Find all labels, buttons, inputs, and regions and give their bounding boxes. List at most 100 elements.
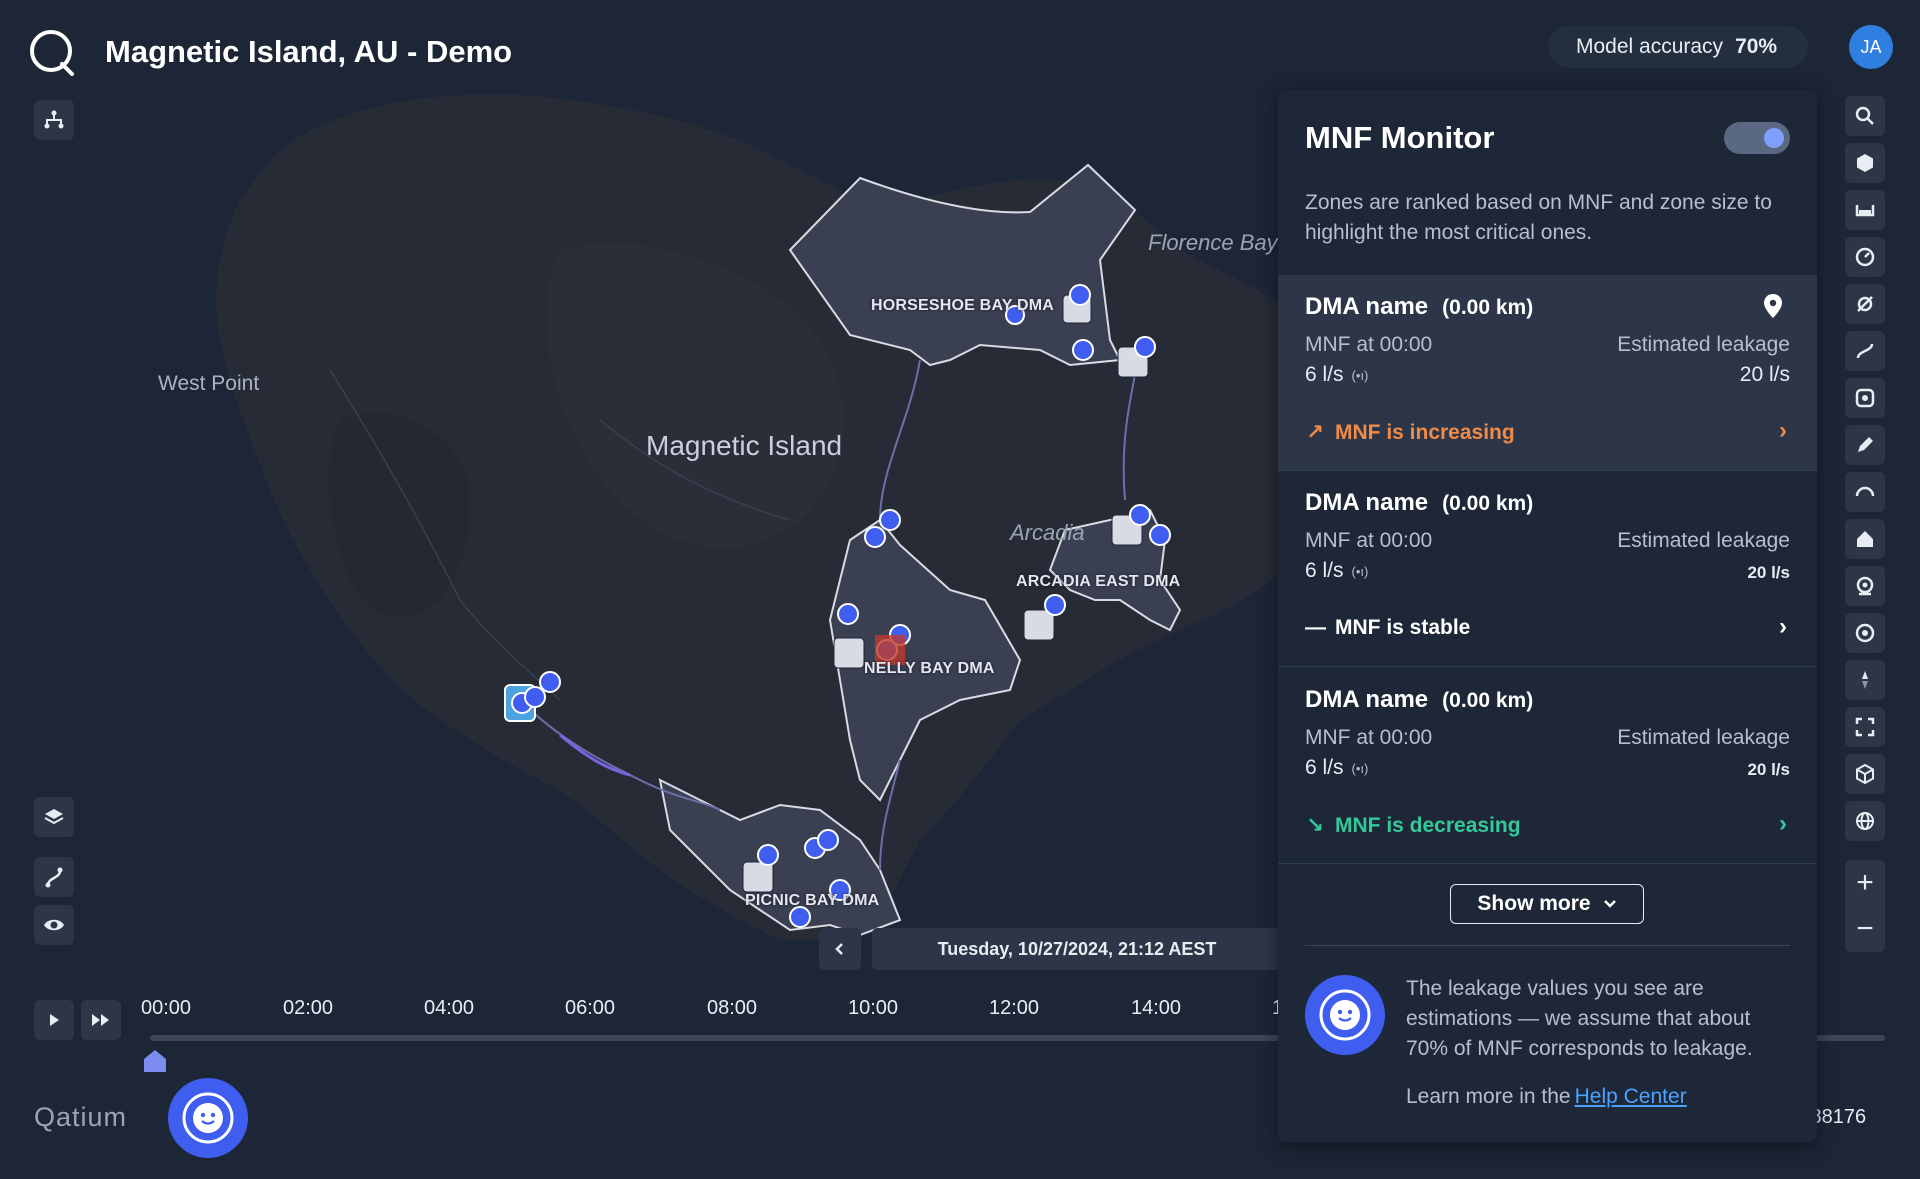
map-pin-icon[interactable] <box>1762 293 1784 319</box>
dma-card[interactable]: DMA name (0.00 km) MNF at 00:00 6 l/s (•ı)… <box>1278 275 1817 471</box>
mnf-label: MNF at 00:00 <box>1305 726 1433 749</box>
help-center-link[interactable]: Help Center <box>1575 1085 1687 1108</box>
pencil-icon <box>1858 437 1873 452</box>
mnf-monitor-toggle[interactable] <box>1724 122 1790 154</box>
trend-decreasing[interactable]: ↘ MNF is decreasing <box>1305 813 1521 838</box>
map-label-west-point: West Point <box>158 372 260 395</box>
valve-button[interactable] <box>1845 284 1885 324</box>
timeline-handle[interactable] <box>142 1048 168 1074</box>
chevron-down-icon <box>1603 900 1616 908</box>
show-more-button[interactable]: Show more <box>1450 884 1644 924</box>
sensor-icon <box>1855 388 1875 408</box>
tank-button[interactable] <box>1845 190 1885 230</box>
timeline-tick: 10:00 <box>848 997 899 1019</box>
draw-button[interactable] <box>1845 425 1885 465</box>
dma-card[interactable]: DMA name (0.00 km) MNF at 00:00 6 l/s (•ı)… <box>1278 471 1817 667</box>
mnf-monitor-panel: MNF Monitor Zones are ranked based on MN… <box>1278 90 1817 1142</box>
map-label-island: Magnetic Island <box>646 430 843 461</box>
zones-button[interactable] <box>1845 143 1885 183</box>
mnf-value-row: 6 l/s (•ı) <box>1305 363 1368 387</box>
layers-button[interactable] <box>34 797 74 837</box>
timeline-tick: 12:00 <box>989 997 1040 1019</box>
leakage-label: Estimated leakage <box>1617 726 1790 749</box>
play-button[interactable] <box>34 1000 74 1040</box>
dma-name-text: DMA name <box>1305 686 1429 713</box>
zoom-out-button[interactable]: − <box>1845 906 1885 952</box>
mnf-label: MNF at 00:00 <box>1305 529 1433 552</box>
timeline-tick: 06:00 <box>565 997 616 1019</box>
chevron-right-icon[interactable]: › <box>1779 613 1787 641</box>
leakage-value: 20 l/s <box>1747 563 1790 582</box>
arrow-up-right-icon: ↗ <box>1306 421 1324 444</box>
gauge-button[interactable] <box>1845 237 1885 277</box>
visibility-button[interactable] <box>34 905 74 945</box>
dma-label-horseshoe-bay[interactable]: HORSESHOE BAY DMA <box>871 297 1054 315</box>
dma-label-picnic-bay[interactable]: PICNIC BAY DMA <box>745 892 879 910</box>
panel-title: MNF Monitor <box>1305 120 1495 155</box>
qatium-logo <box>30 30 74 76</box>
fast-forward-button[interactable] <box>81 1000 121 1040</box>
leakage-value: 20 l/s <box>1739 363 1790 386</box>
dma-card[interactable]: DMA name (0.00 km) MNF at 00:00 6 l/s (•ı)… <box>1278 668 1817 864</box>
trend-stable[interactable]: — MNF is stable <box>1305 616 1470 640</box>
fullscreen-button[interactable] <box>1845 707 1885 747</box>
search-icon <box>1855 106 1874 125</box>
fast-forward-icon <box>92 1014 109 1026</box>
house-icon <box>1857 531 1873 547</box>
timeline-tick: 14:00 <box>1131 997 1182 1019</box>
play-icon <box>50 1014 59 1026</box>
pipe-route-button[interactable] <box>34 857 74 897</box>
network-tree-button[interactable] <box>34 100 74 140</box>
signal-icon: (•ı) <box>1351 563 1369 579</box>
model-accuracy-badge[interactable]: Model accuracy 70% <box>1548 26 1808 68</box>
model-accuracy-value: 70% <box>1735 35 1778 58</box>
assistant-avatar <box>1305 975 1385 1055</box>
model-accuracy-label: Model accuracy <box>1576 35 1724 58</box>
sensor-button[interactable] <box>1845 378 1885 418</box>
location-button[interactable] <box>1845 566 1885 606</box>
3d-view-button[interactable] <box>1845 754 1885 794</box>
mnf-value-row: 6 l/s (•ı) <box>1305 559 1368 583</box>
fullscreen-icon <box>1855 717 1875 737</box>
globe-icon <box>1856 812 1874 830</box>
zoom-in-button[interactable]: + <box>1845 860 1885 906</box>
mnf-value: 6 l/s <box>1305 559 1344 582</box>
dma-label-arcadia-east[interactable]: ARCADIA EAST DMA <box>1016 573 1180 591</box>
pressure-button[interactable] <box>1845 472 1885 512</box>
pipe-button[interactable] <box>1845 331 1885 371</box>
learn-more-row: Learn more in the Help Center <box>1406 1085 1687 1109</box>
user-avatar[interactable]: JA <box>1849 25 1893 69</box>
layers-icon <box>44 809 64 825</box>
assistant-launcher-button[interactable] <box>168 1078 248 1158</box>
timeline-tick: 00:00 <box>141 997 192 1019</box>
zoom-controls: + − <box>1845 860 1885 952</box>
customer-button[interactable] <box>1845 519 1885 559</box>
valve-icon <box>1857 296 1873 312</box>
target-icon <box>1855 623 1875 643</box>
leakage-label: Estimated leakage <box>1617 333 1790 356</box>
trend-increasing[interactable]: ↗ MNF is increasing <box>1305 420 1515 445</box>
divider <box>1305 945 1790 946</box>
show-more-label: Show more <box>1477 892 1591 915</box>
trend-label: MNF is decreasing <box>1335 813 1521 837</box>
signal-icon: (•ı) <box>1351 367 1369 383</box>
trend-label: MNF is increasing <box>1335 420 1515 444</box>
view-button[interactable] <box>1845 613 1885 653</box>
dma-name: DMA name (0.00 km) <box>1305 293 1533 321</box>
chevron-right-icon[interactable]: › <box>1779 810 1787 838</box>
pipe-icon <box>1856 343 1874 359</box>
timeline-tick: 08:00 <box>707 997 758 1019</box>
current-date-display[interactable]: Tuesday, 10/27/2024, 21:12 AEST <box>872 928 1282 970</box>
search-button[interactable] <box>1845 96 1885 136</box>
brand-wordmark: Qatium <box>34 1102 128 1132</box>
chevron-right-icon[interactable]: › <box>1779 417 1787 445</box>
globe-button[interactable] <box>1845 801 1885 841</box>
dma-label-nelly-bay[interactable]: NELLY BAY DMA <box>864 660 995 678</box>
arc-icon <box>1855 486 1875 497</box>
dash-icon: — <box>1305 616 1326 639</box>
dma-length: (0.00 km) <box>1442 689 1534 712</box>
mnf-label: MNF at 00:00 <box>1305 333 1433 356</box>
previous-date-button[interactable] <box>819 928 861 970</box>
compass-button[interactable] <box>1845 660 1885 700</box>
arrow-down-right-icon: ↘ <box>1306 814 1324 837</box>
